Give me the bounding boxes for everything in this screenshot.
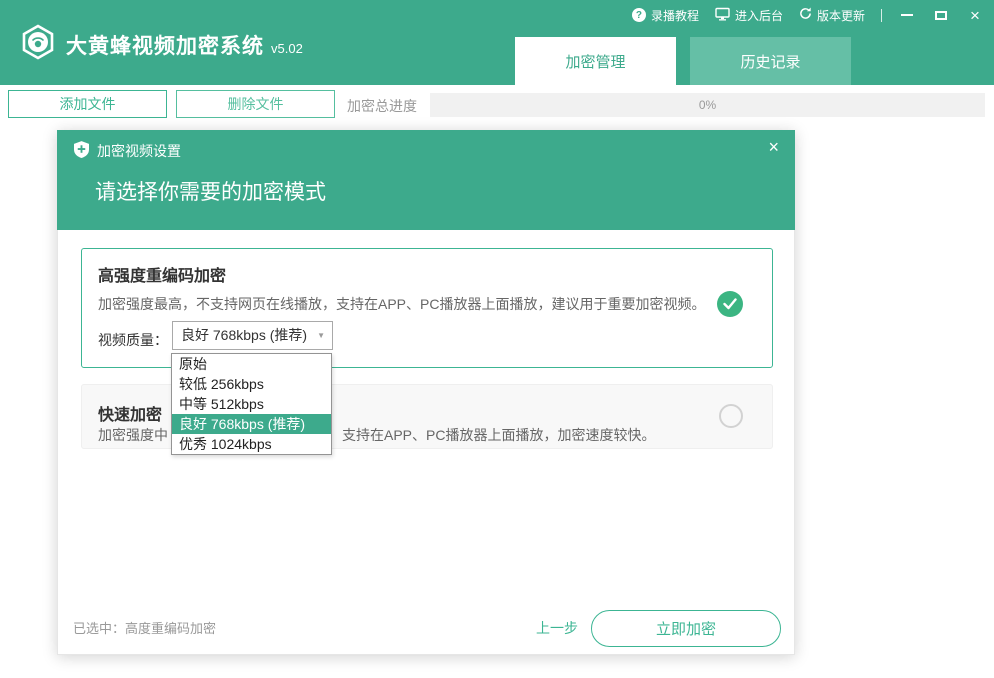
minimize-button[interactable] bbox=[898, 6, 916, 24]
chevron-down-icon: ▼ bbox=[317, 322, 325, 349]
maximize-icon bbox=[935, 11, 947, 20]
option-title: 快速加密 bbox=[98, 401, 162, 425]
topbar-separator bbox=[881, 9, 882, 22]
dialog-header: 加密视频设置 × 请选择你需要的加密模式 bbox=[57, 130, 795, 230]
backend-link[interactable]: 进入后台 bbox=[715, 7, 783, 24]
description-fragment-right: 支持在APP、PC播放器上面播放，加密速度较快。 bbox=[342, 425, 655, 445]
video-quality-label: 视频质量： bbox=[98, 330, 168, 350]
tutorial-label: 录播教程 bbox=[651, 7, 699, 24]
option-card-strong-encrypt[interactable]: 高强度重编码加密 加密强度最高，不支持网页在线播放，支持在APP、PC播放器上面… bbox=[81, 248, 773, 368]
backend-label: 进入后台 bbox=[735, 7, 783, 24]
video-quality-select[interactable]: 良好 768kbps (推荐) ▼ bbox=[172, 321, 333, 350]
dialog-title: 加密视频设置 bbox=[97, 141, 181, 161]
progress-value: 0% bbox=[430, 93, 985, 117]
refresh-icon bbox=[799, 7, 812, 23]
dropdown-option-good[interactable]: 良好 768kbps (推荐) bbox=[172, 414, 331, 434]
previous-step-button[interactable]: 上一步 bbox=[536, 601, 578, 656]
close-icon: × bbox=[970, 7, 980, 24]
encrypt-now-button[interactable]: 立即加密 bbox=[591, 610, 781, 647]
add-file-button[interactable]: 添加文件 bbox=[8, 90, 167, 118]
minimize-icon bbox=[901, 14, 913, 16]
tutorial-link[interactable]: ? 录播教程 bbox=[632, 7, 699, 24]
monitor-icon bbox=[715, 7, 730, 24]
select-current-value: 良好 768kbps (推荐) bbox=[181, 322, 307, 349]
shield-plus-icon bbox=[74, 141, 89, 161]
description-fragment-left: 加密强度中 bbox=[98, 427, 168, 443]
dialog-subtitle: 请选择你需要的加密模式 bbox=[95, 176, 326, 206]
dialog-close-button[interactable]: × bbox=[768, 138, 779, 156]
topbar: ? 录播教程 进入后台 版本更新 bbox=[632, 5, 984, 25]
total-progress-bar: 0% bbox=[430, 93, 985, 117]
encrypt-settings-dialog: 加密视频设置 × 请选择你需要的加密模式 高强度重编码加密 加密强度最高，不支持… bbox=[57, 130, 795, 655]
dialog-footer: 已选中：高度重编码加密 上一步 立即加密 bbox=[58, 601, 794, 656]
dropdown-option-excellent[interactable]: 优秀 1024kbps bbox=[172, 434, 331, 454]
question-icon: ? bbox=[632, 8, 646, 22]
selected-check-icon bbox=[717, 291, 743, 317]
progress-label: 加密总进度 bbox=[347, 96, 417, 116]
tab-history[interactable]: 历史记录 bbox=[690, 37, 851, 85]
option-title: 高强度重编码加密 bbox=[98, 262, 226, 286]
close-window-button[interactable]: × bbox=[966, 6, 984, 24]
dropdown-option-low[interactable]: 较低 256kbps bbox=[172, 374, 331, 394]
option-description: 加密强度最高，不支持网页在线播放，支持在APP、PC播放器上面播放，建议用于重要… bbox=[98, 294, 705, 314]
selected-mode-text: 已选中：高度重编码加密 bbox=[73, 601, 216, 656]
update-link[interactable]: 版本更新 bbox=[799, 7, 865, 24]
app-header: ? 录播教程 进入后台 版本更新 bbox=[0, 0, 994, 85]
quality-dropdown-list: 原始 较低 256kbps 中等 512kbps 良好 768kbps (推荐)… bbox=[171, 353, 332, 455]
delete-file-button[interactable]: 删除文件 bbox=[176, 90, 335, 118]
app-window: ? 录播教程 进入后台 版本更新 bbox=[0, 0, 994, 678]
tab-encrypt-manage[interactable]: 加密管理 bbox=[515, 37, 676, 85]
dropdown-option-original[interactable]: 原始 bbox=[172, 354, 331, 374]
dropdown-option-medium[interactable]: 中等 512kbps bbox=[172, 394, 331, 414]
tab-bar: 加密管理 历史记录 bbox=[0, 37, 994, 85]
unselected-radio-icon[interactable] bbox=[719, 404, 743, 428]
maximize-button[interactable] bbox=[932, 6, 950, 24]
toolbar: 添加文件 删除文件 加密总进度 0% bbox=[0, 88, 994, 120]
update-label: 版本更新 bbox=[817, 7, 865, 24]
